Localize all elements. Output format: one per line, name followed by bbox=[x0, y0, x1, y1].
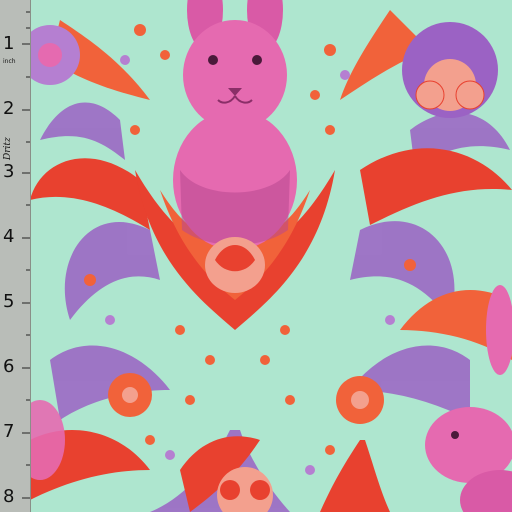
pink-flower-top-right bbox=[402, 22, 498, 118]
coral-flower-right bbox=[336, 376, 384, 424]
rabbit-damask-pattern bbox=[30, 0, 512, 512]
coral-flower-left bbox=[108, 373, 152, 417]
ruler-number-5: 5 bbox=[3, 291, 15, 312]
measuring-ruler: 1 inch 2 Dritz 3 4 5 6 7 8 bbox=[0, 0, 31, 512]
ruler-number-7: 7 bbox=[3, 421, 15, 442]
ruler-number-3: 3 bbox=[3, 161, 15, 182]
ruler-number-4: 4 bbox=[3, 226, 15, 247]
ruler-inch-label: inch bbox=[3, 58, 16, 65]
ruler-number-1: 1 bbox=[3, 33, 15, 54]
ruler-number-6: 6 bbox=[3, 356, 15, 377]
central-flower-bud bbox=[205, 237, 265, 293]
ruler-number-8: 8 bbox=[3, 486, 15, 507]
fabric-swatch-photo: 1 inch 2 Dritz 3 4 5 6 7 8 bbox=[0, 0, 512, 512]
ruler-brand: Dritz bbox=[3, 137, 13, 160]
ruler-number-2: 2 bbox=[3, 98, 15, 119]
